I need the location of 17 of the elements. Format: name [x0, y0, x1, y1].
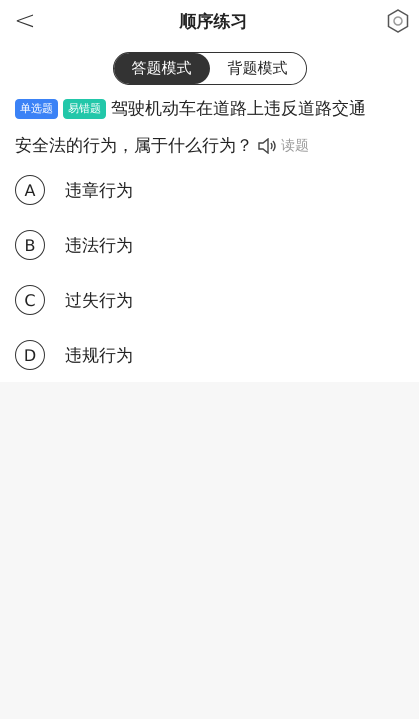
question-text: 驾驶机动车在道路上违反道路交通 — [111, 98, 366, 120]
question-tag: 易错题 — [63, 98, 106, 118]
option-letter[interactable]: C — [15, 285, 45, 315]
option-text[interactable]: 违规行为 — [65, 344, 133, 366]
page-title: 顺序练习 — [179, 10, 248, 32]
settings-icon[interactable] — [386, 9, 409, 33]
back-button[interactable]: < — [10, 6, 40, 36]
question-text: 安全法的行为，属于什么行为？ — [15, 135, 253, 157]
option-letter[interactable]: B — [15, 230, 45, 260]
option-letter[interactable]: D — [15, 340, 45, 370]
mode-tab[interactable]: 答题模式 — [114, 53, 210, 84]
speaker-icon[interactable] — [258, 138, 276, 154]
option-text[interactable]: 违法行为 — [65, 234, 133, 256]
option-text[interactable]: 过失行为 — [65, 288, 133, 312]
option-letter[interactable]: A — [15, 175, 45, 205]
question-tag: 单选题 — [15, 98, 58, 118]
option-text[interactable]: 违章行为 — [65, 178, 133, 202]
